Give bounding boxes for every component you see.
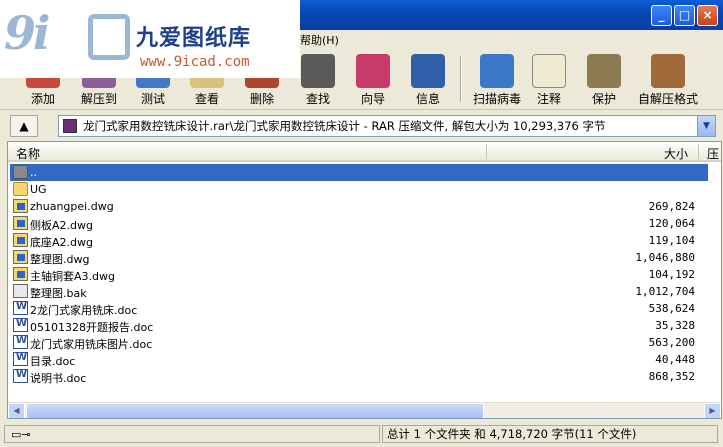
parent-folder-icon (13, 165, 28, 179)
toolbar-comment-button[interactable]: 注释 (522, 48, 576, 108)
close-button[interactable]: × (697, 5, 718, 26)
address-text: 龙门式家用数控铣床设计.rar\龙门式家用数控铣床设计 - RAR 压缩文件, … (83, 119, 606, 133)
dwg-file-icon (13, 216, 28, 230)
address-field[interactable]: 龙门式家用数控铣床设计.rar\龙门式家用数控铣床设计 - RAR 压缩文件, … (58, 115, 716, 137)
list-header: 名称 大小 压 (8, 142, 721, 162)
comment-icon (532, 54, 566, 88)
logo-url: www.9icad.com (140, 54, 250, 70)
wizard-icon (356, 54, 390, 88)
list-item[interactable]: 05101328开题报告.doc 35,328 (10, 317, 708, 334)
list-item[interactable]: 说明书.doc 868,352 (10, 368, 708, 385)
dwg-file-icon (13, 199, 28, 213)
watermark-logo: 9i 九爱图纸库 www.9icad.com (0, 0, 300, 78)
address-bar: ▲ 龙门式家用数控铣床设计.rar\龙门式家用数控铣床设计 - RAR 压缩文件… (0, 112, 723, 140)
list-item[interactable]: 侧板A2.dwg 120,064 (10, 215, 708, 232)
logo-mark-icon: 9i (4, 6, 51, 60)
word-doc-icon (13, 318, 28, 332)
virus-scan-icon (480, 54, 514, 88)
dwg-file-icon (13, 267, 28, 281)
file-list[interactable]: 名称 大小 压 .. UG zhuangpei.dwg 269,824 侧板A2… (7, 141, 722, 419)
column-header-name[interactable]: 名称 (16, 145, 40, 162)
list-item[interactable]: 底座A2.dwg 119,104 (10, 232, 708, 249)
list-item[interactable]: 2龙门式家用铣床.doc 538,624 (10, 300, 708, 317)
list-item[interactable]: 龙门式家用铣床图片.doc 563,200 (10, 334, 708, 351)
horizontal-scrollbar[interactable]: ◀ ▶ (8, 402, 721, 418)
scroll-left-button[interactable]: ◀ (8, 403, 25, 418)
word-doc-icon (13, 352, 28, 366)
rar-archive-icon (63, 119, 77, 133)
toolbar-sfx-button[interactable]: 自解压格式 (636, 48, 700, 108)
status-left-pane: ▭⊸ (4, 425, 380, 443)
menu-help[interactable]: 帮助(H) (300, 32, 339, 48)
protect-icon (587, 54, 621, 88)
logo-brand: 九爱图纸库 (136, 26, 252, 51)
toolbar-separator (460, 56, 462, 102)
toolbar-virus-scan-button[interactable]: 扫描病毒 (464, 48, 530, 108)
up-arrow-icon: ▲ (19, 119, 29, 133)
up-folder-button[interactable]: ▲ (10, 115, 38, 137)
status-bar: ▭⊸ 总计 1 个文件夹 和 4,718,720 字节(11 个文件) (0, 421, 723, 447)
word-doc-icon (13, 369, 28, 383)
word-doc-icon (13, 301, 28, 315)
list-item[interactable]: zhuangpei.dwg 269,824 (10, 198, 708, 215)
list-item[interactable]: 整理图.bak 1,012,704 (10, 283, 708, 300)
scroll-right-button[interactable]: ▶ (704, 403, 721, 418)
bak-file-icon (13, 284, 28, 298)
toolbar-wizard-button[interactable]: 向导 (344, 48, 402, 108)
list-item[interactable]: UG (10, 181, 708, 198)
toolbar-protect-button[interactable]: 保护 (577, 48, 631, 108)
sfx-icon (651, 54, 685, 88)
folder-icon (13, 182, 28, 196)
minimize-button[interactable]: _ (651, 5, 672, 26)
address-dropdown-button[interactable]: ▼ (697, 116, 715, 136)
maximize-button[interactable]: □ (674, 5, 695, 26)
column-divider[interactable] (698, 144, 699, 159)
list-item[interactable]: 整理图.dwg 1,046,880 (10, 249, 708, 266)
column-header-size[interactable]: 大小 (664, 145, 688, 162)
info-icon (411, 54, 445, 88)
list-item[interactable]: .. (10, 164, 708, 181)
find-icon (301, 54, 335, 88)
scrollbar-thumb[interactable] (26, 403, 484, 418)
column-divider[interactable] (486, 144, 487, 159)
logo-box-icon (88, 14, 130, 60)
word-doc-icon (13, 335, 28, 349)
list-item[interactable]: 目录.doc 40,448 (10, 351, 708, 368)
list-item[interactable]: 主轴铜套A3.dwg 104,192 (10, 266, 708, 283)
key-icon: ▭⊸ (11, 428, 31, 441)
column-header-packed[interactable]: 压 (707, 145, 719, 162)
toolbar-info-button[interactable]: 信息 (399, 48, 457, 108)
dwg-file-icon (13, 233, 28, 247)
status-summary: 总计 1 个文件夹 和 4,718,720 字节(11 个文件) (382, 425, 718, 443)
dwg-file-icon (13, 250, 28, 264)
